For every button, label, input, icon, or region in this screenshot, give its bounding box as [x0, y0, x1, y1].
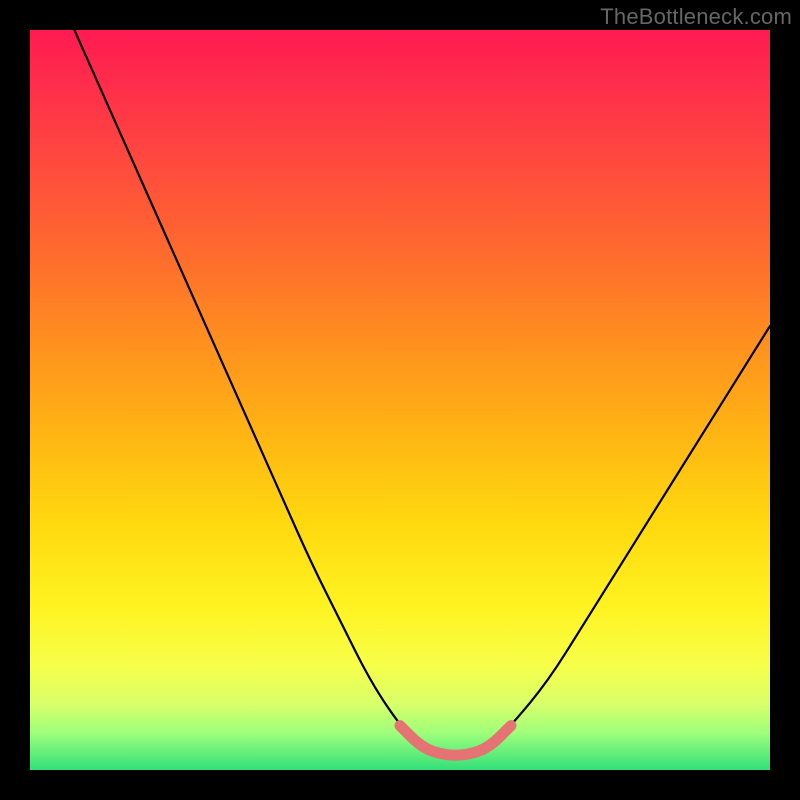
curve-svg [30, 30, 770, 770]
optimal-range-highlight [400, 726, 511, 756]
chart-frame: TheBottleneck.com [0, 0, 800, 800]
plot-area [30, 30, 770, 770]
bottleneck-curve [74, 30, 770, 755]
watermark-text: TheBottleneck.com [600, 4, 792, 30]
